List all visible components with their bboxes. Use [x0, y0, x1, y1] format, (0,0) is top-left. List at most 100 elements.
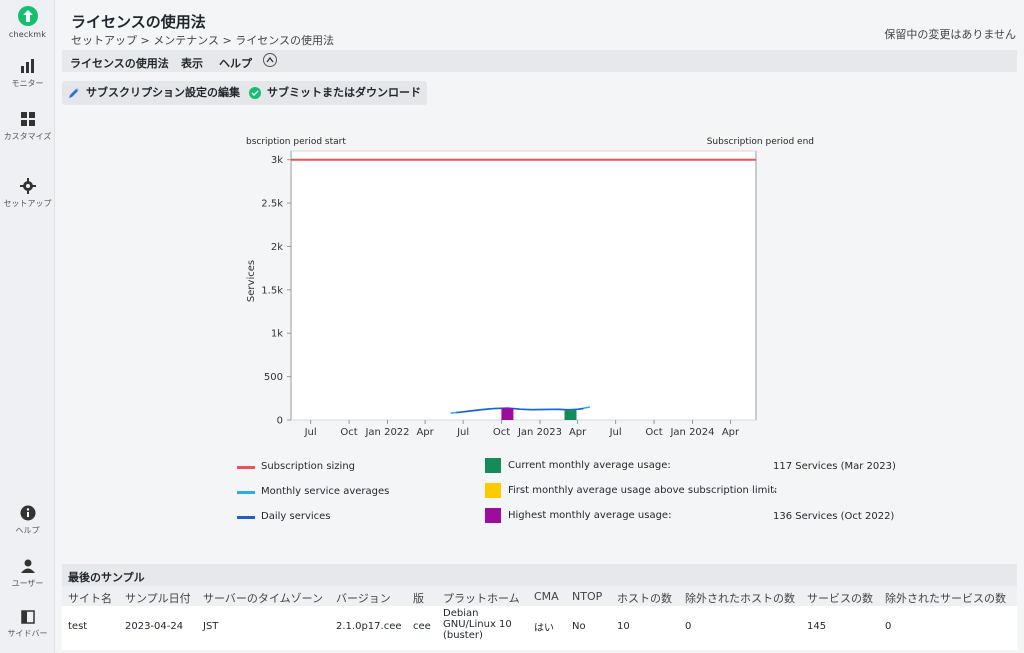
cell-version: 2.1.0p17.cee — [336, 621, 402, 632]
legend-label: Highest monthly average usage: — [508, 510, 672, 521]
legend-swatch — [485, 483, 501, 498]
legend-item-highest-average: Highest monthly average usage: 136 Servi… — [485, 508, 894, 523]
sidebar: checkmk モニター カスタマイズ セットアップ ヘルプ ユーザー サイドバ… — [0, 0, 55, 653]
legend-value: 117 Services (Mar 2023) — [773, 461, 896, 472]
y-tick-label: 0 — [277, 416, 283, 427]
column-header[interactable]: プラットホーム — [443, 590, 520, 606]
y-tick-label: 1.5k — [261, 285, 283, 296]
cell-platform: Debian GNU/Linux 10 (buster) — [443, 608, 512, 641]
info-icon — [20, 505, 35, 521]
logo-text: checkmk — [8, 30, 47, 39]
pending-changes-status[interactable]: 保留中の変更はありません — [884, 26, 1016, 42]
column-header[interactable]: NTOP — [572, 590, 602, 603]
column-header[interactable]: サービスの数 — [807, 590, 873, 606]
legend-swatch — [485, 458, 501, 473]
y-tick-label: 2k — [271, 242, 283, 253]
cell-edition: cee — [413, 621, 431, 632]
cell-timezone: JST — [203, 621, 219, 632]
y-tick-label: 1k — [271, 329, 283, 340]
edit-subscription-settings-button[interactable]: サブスクリプション設定の編集 — [62, 81, 246, 105]
sidebar-panel-icon — [20, 610, 35, 624]
legend-label: Subscription sizing — [261, 461, 356, 472]
column-header[interactable]: CMA — [534, 590, 559, 603]
x-tick-label: Jan 2023 — [517, 427, 562, 438]
gear-icon — [19, 178, 36, 194]
plot-area — [290, 150, 757, 421]
x-tick-label: Apr — [722, 427, 740, 438]
legend-label: First monthly average usage above subscr… — [508, 485, 778, 496]
legend-swatch — [237, 466, 255, 469]
license-usage-chart: bscription period start Subscription per… — [246, 137, 814, 438]
column-header[interactable]: 版 — [413, 590, 424, 606]
grid-icon — [20, 112, 35, 126]
x-tick-label: Apr — [569, 427, 587, 438]
cell-cma: はい — [534, 623, 554, 634]
submit-or-download-button[interactable]: サブミットまたはダウンロード — [243, 81, 427, 105]
table-title: 最後のサンプル — [62, 564, 1017, 586]
y-tick-label: 500 — [264, 372, 283, 383]
legend-label: Monthly service averages — [261, 486, 390, 497]
check-circle-icon — [249, 87, 261, 99]
x-tick-label: Jul — [456, 427, 469, 438]
pencil-icon — [69, 88, 79, 98]
cell-site-name: test — [68, 621, 88, 632]
column-header[interactable]: サンプル日付 — [125, 590, 191, 606]
sidebar-item-monitor[interactable]: モニター — [0, 58, 55, 89]
main-content: ライセンスの使用法 セットアップ > メンテナンス > ライセンスの使用法 保留… — [55, 0, 1024, 653]
legend-label: Daily services — [261, 511, 331, 522]
legend-value: 136 Services (Oct 2022) — [773, 511, 895, 522]
sidebar-item-label: ユーザー — [11, 579, 44, 588]
menu-license-usage[interactable]: ライセンスの使用法 — [70, 55, 169, 71]
x-tick-label: Oct — [340, 427, 357, 438]
sidebar-item-label: ヘルプ — [15, 526, 40, 535]
legend-swatch — [485, 508, 501, 523]
column-header[interactable]: サイト名 — [68, 590, 112, 606]
sidebar-item-sidebar[interactable]: サイドバー — [0, 610, 55, 639]
period-start-annotation: bscription period start — [246, 137, 346, 147]
legend-item-first-above-limit: First monthly average usage above subscr… — [485, 483, 885, 498]
sidebar-item-setup[interactable]: セットアップ — [0, 178, 55, 209]
legend-label: Current monthly average usage: — [508, 460, 671, 471]
legend-swatch — [237, 516, 255, 519]
sidebar-item-label: サイドバー — [7, 629, 48, 638]
sidebar-item-help[interactable]: ヘルプ — [0, 505, 55, 536]
sidebar-item-label: カスタマイズ — [3, 132, 52, 141]
legend-swatch — [237, 491, 255, 494]
checkmk-logo[interactable]: checkmk — [0, 6, 55, 39]
chart-legend: Subscription sizing Monthly service aver… — [237, 458, 896, 528]
legend-value: - — [773, 486, 777, 497]
submit-or-download-label: サブミットまたはダウンロード — [267, 86, 421, 99]
menu-display[interactable]: 表示 — [181, 55, 203, 71]
legend-item-current-average: Current monthly average usage: 117 Servi… — [485, 458, 896, 473]
checkmk-logo-icon — [17, 6, 38, 26]
y-tick-label: 2.5k — [261, 199, 283, 210]
bar-chart-icon — [20, 59, 34, 73]
column-header[interactable]: サーバーのタイムゾーン — [203, 590, 323, 606]
user-icon — [20, 559, 35, 573]
x-tick-label: Jan 2022 — [364, 427, 409, 438]
last-sample-table: 最後のサンプル サイト名 サンプル日付 サーバーのタイムゾーン バージョン 版 … — [62, 564, 1017, 650]
x-tick-label: Jan 2024 — [669, 427, 714, 438]
cell-excluded-hosts: 0 — [685, 621, 692, 632]
column-header[interactable]: 除外されたホストの数 — [685, 590, 795, 606]
sidebar-item-label: セットアップ — [3, 199, 52, 208]
sidebar-item-customize[interactable]: カスタマイズ — [0, 111, 55, 142]
x-tick-label: Oct — [645, 427, 662, 438]
usage-marker-2 — [501, 408, 514, 420]
column-header[interactable]: バージョン — [336, 590, 391, 606]
sidebar-item-user[interactable]: ユーザー — [0, 558, 55, 589]
cell-ntop: No — [572, 621, 586, 632]
column-header[interactable]: 除外されたサービスの数 — [885, 590, 1006, 606]
x-tick-label: Jul — [609, 427, 622, 438]
breadcrumb[interactable]: セットアップ > メンテナンス > ライセンスの使用法 — [71, 32, 334, 48]
chevron-up-icon — [266, 56, 274, 63]
period-end-annotation: Subscription period end — [707, 137, 814, 147]
menu-collapse-toggle[interactable] — [263, 53, 277, 67]
cell-sample-date: 2023-04-24 — [125, 621, 184, 632]
column-header[interactable]: ホストの数 — [617, 590, 672, 606]
table-header-row: サイト名 サンプル日付 サーバーのタイムゾーン バージョン 版 プラットホーム … — [62, 586, 1017, 606]
menu-help[interactable]: ヘルプ — [219, 55, 252, 71]
table-row: test 2023-04-24 JST 2.1.0p17.cee cee Deb… — [62, 606, 1017, 650]
x-tick-label: Jul — [304, 427, 317, 438]
page-menu-bar: ライセンスの使用法 表示 ヘルプ — [62, 50, 1017, 72]
